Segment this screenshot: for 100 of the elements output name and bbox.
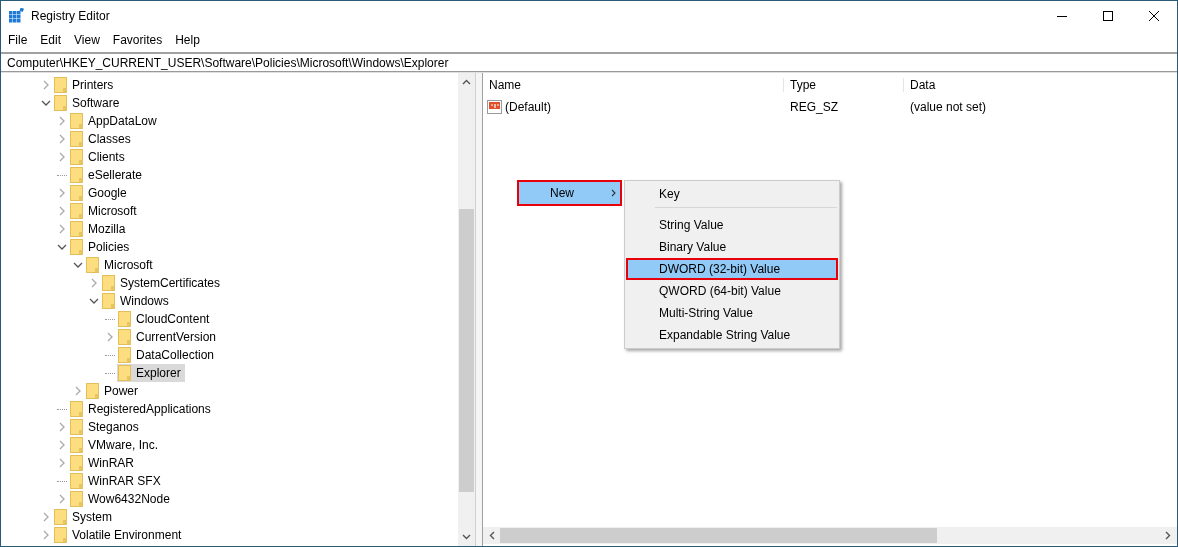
chevron-down-icon[interactable] [57, 242, 67, 252]
folder-icon [118, 329, 132, 345]
tree-item[interactable]: Explorer [117, 364, 185, 382]
close-icon [1149, 10, 1159, 21]
folder-icon [118, 347, 132, 363]
string-value-icon [487, 99, 503, 114]
tree-item[interactable]: Microsoft [69, 202, 141, 220]
folder-icon [70, 437, 84, 453]
tree-item[interactable]: Steganos [69, 418, 143, 436]
column-header[interactable]: Data [903, 78, 1177, 92]
table-cell-text: REG_SZ [789, 99, 839, 114]
tree-item[interactable]: DataCollection [117, 346, 219, 364]
menu-item[interactable]: QWORD (64-bit) Value [626, 280, 838, 302]
chevron-right-icon[interactable] [57, 422, 67, 432]
tree-item[interactable]: Power [85, 382, 142, 400]
folder-icon [70, 203, 84, 219]
folder-icon [54, 527, 68, 543]
folder-icon [70, 419, 84, 435]
menu-item[interactable]: Binary Value [626, 236, 838, 258]
folder-icon [102, 293, 116, 309]
folder-icon [102, 275, 116, 291]
menu-item[interactable]: Edit [34, 33, 69, 47]
menu-item[interactable]: Favorites [106, 33, 170, 47]
chevron-right-icon[interactable] [57, 116, 67, 126]
column-header[interactable]: Type [783, 78, 903, 92]
menu-item[interactable]: New [517, 180, 622, 206]
tree-item[interactable]: Printers [53, 76, 118, 94]
chevron-right-icon[interactable] [57, 458, 67, 468]
folder-icon [118, 365, 132, 381]
folder-icon [54, 77, 68, 93]
menu-item[interactable]: String Value [626, 214, 838, 236]
chevron-right-icon[interactable] [57, 440, 67, 450]
tree-item[interactable]: Clients [69, 148, 129, 166]
registry-icon [9, 8, 24, 23]
scrollbar-thumb[interactable] [500, 528, 937, 543]
folder-icon [70, 221, 84, 237]
menu-item[interactable]: Expandable String Value [626, 324, 838, 346]
folder-icon [70, 131, 84, 147]
folder-icon [70, 491, 84, 507]
folder-icon [70, 401, 84, 417]
folder-icon [70, 149, 84, 165]
chevron-right-icon[interactable] [41, 530, 51, 540]
chevron-right-icon[interactable] [57, 206, 67, 216]
scroll-left-icon[interactable] [489, 531, 495, 540]
tree-item[interactable]: WinRAR SFX [69, 472, 165, 490]
tree-item[interactable]: SystemCertificates [101, 274, 225, 292]
scroll-down-icon[interactable] [462, 534, 471, 540]
chevron-right-icon[interactable] [57, 224, 67, 234]
chevron-right-icon[interactable] [41, 512, 51, 522]
folder-icon [86, 383, 100, 399]
tree-item[interactable]: Software [53, 94, 124, 112]
column-header[interactable]: Name [483, 78, 783, 92]
tree-item[interactable]: Wow6432Node [69, 490, 174, 508]
menu-item[interactable]: View [68, 33, 107, 47]
tree-item[interactable]: WinRAR [69, 454, 138, 472]
chevron-right-icon[interactable] [57, 152, 67, 162]
menu-item[interactable]: File [2, 33, 35, 47]
folder-icon [54, 95, 68, 111]
tree-item[interactable]: Policies [69, 238, 134, 256]
folder-icon [70, 185, 84, 201]
folder-icon [70, 239, 84, 255]
tree-item[interactable]: VMware, Inc. [69, 436, 163, 454]
table-cell: (Default) [505, 99, 551, 114]
tree-item[interactable]: Microsoft [85, 256, 157, 274]
chevron-down-icon[interactable] [73, 260, 83, 270]
tree-item[interactable]: CloudContent [117, 310, 214, 328]
maximize-icon [1103, 10, 1113, 21]
folder-icon [70, 113, 84, 129]
menu-item[interactable]: Help [169, 33, 207, 47]
chevron-down-icon[interactable] [41, 98, 51, 108]
table-cell-text: (value not set) [909, 99, 988, 114]
tree-item[interactable]: Mozilla [69, 220, 130, 238]
tree-item[interactable]: Classes [69, 130, 135, 148]
chevron-right-icon[interactable] [57, 494, 67, 504]
tree-item[interactable]: Windows [101, 292, 173, 310]
tree-item[interactable]: Google [69, 184, 131, 202]
folder-icon [54, 509, 68, 525]
chevron-right-icon[interactable] [73, 386, 83, 396]
chevron-right-icon[interactable] [57, 188, 67, 198]
tree-item[interactable]: Volatile Environment [53, 526, 186, 544]
folder-icon [118, 311, 132, 327]
scroll-right-icon[interactable] [1165, 531, 1171, 540]
chevron-right-icon[interactable] [41, 80, 51, 90]
scrollbar-thumb[interactable] [459, 209, 474, 492]
tree-item[interactable]: System [53, 508, 116, 526]
tree-item[interactable]: CurrentVersion [117, 328, 221, 346]
tree-item[interactable]: eSellerate [69, 166, 147, 184]
chevron-right-icon[interactable] [105, 332, 115, 342]
menu-item[interactable]: Multi-String Value [626, 302, 838, 324]
tree-item[interactable]: RegisteredApplications [69, 400, 215, 418]
chevron-right-icon[interactable] [57, 134, 67, 144]
chevron-down-icon[interactable] [89, 296, 99, 306]
scroll-up-icon[interactable] [462, 79, 471, 85]
menu-item[interactable]: DWORD (32-bit) Value [626, 258, 838, 280]
chevron-right-icon[interactable] [89, 278, 99, 288]
menu-item[interactable]: Key [626, 183, 838, 205]
address-field[interactable]: Computer\HKEY_CURRENT_USER\Software\Policies\Microsoft\Windows\Explorer [1, 52, 1177, 72]
folder-icon [70, 473, 84, 489]
tree-item[interactable]: AppDataLow [69, 112, 161, 130]
folder-icon [70, 167, 84, 183]
